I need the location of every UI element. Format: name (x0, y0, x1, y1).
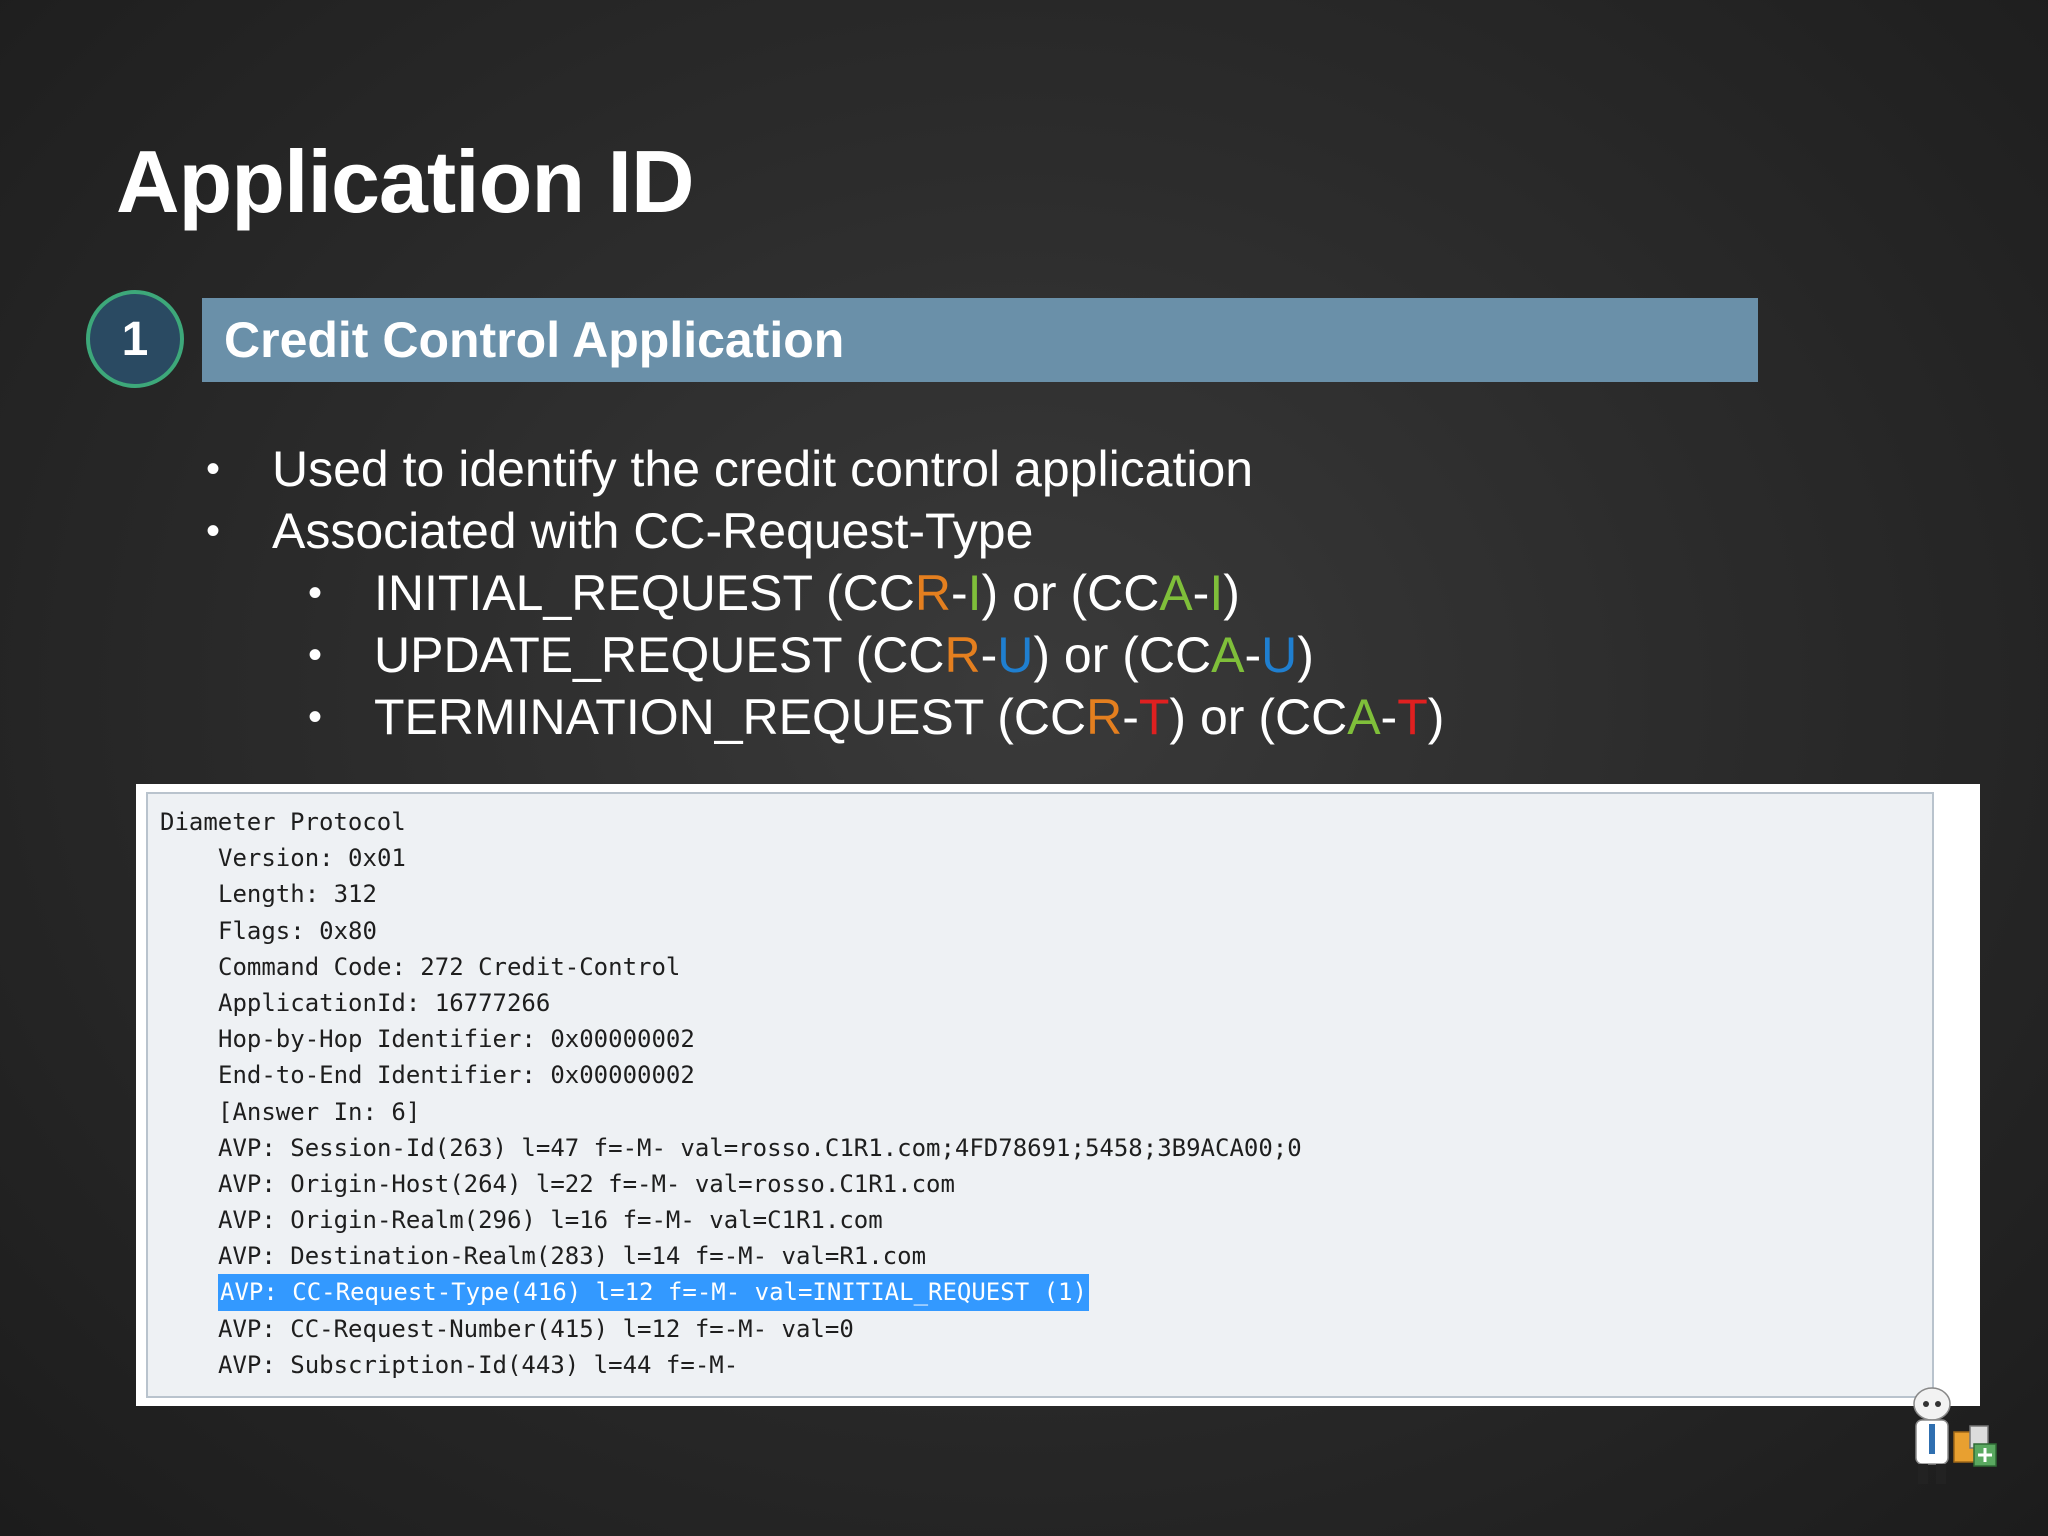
sub-bullet-termination: • TERMINATION_REQUEST (CCR-T) or (CCA-T) (0, 686, 2048, 748)
packet-field-text: Flags: 0x80 (218, 916, 377, 945)
packet-protocol-header[interactable]: Diameter Protocol (148, 804, 1932, 840)
packet-field-row[interactable]: Version: 0x01 (148, 840, 1932, 876)
packet-field-text: AVP: Destination-Realm(283) l=14 f=-M- v… (218, 1242, 927, 1271)
request-type-name: UPDATE_REQUEST (374, 627, 842, 683)
packet-field-row[interactable]: Command Code: 272 Credit-Control (148, 949, 1932, 985)
bullet-item: • Used to identify the credit control ap… (0, 438, 2048, 500)
bullet-text: Used to identify the credit control appl… (272, 441, 1254, 497)
bullet-dot-icon: • (308, 571, 323, 615)
packet-field-text: AVP: Origin-Realm(296) l=16 f=-M- val=C1… (218, 1206, 883, 1235)
connector: or (1063, 627, 1109, 683)
bullet-dot-icon: • (206, 447, 221, 491)
ccr-letter: T (1138, 689, 1170, 745)
request-type-name: TERMINATION_REQUEST (374, 689, 984, 745)
packet-field-text: AVP: CC-Request-Number(415) l=12 f=-M- v… (218, 1314, 854, 1343)
packet-field-row[interactable]: AVP: CC-Request-Number(415) l=12 f=-M- v… (148, 1311, 1932, 1347)
bullet-dot-icon: • (308, 695, 323, 739)
packet-field-text: Command Code: 272 Credit-Control (218, 952, 681, 981)
packet-detail-panel: Diameter Protocol Version: 0x01 Length: 31… (146, 792, 1934, 1398)
cca-prefix: CCA (1087, 565, 1193, 621)
packet-field-row[interactable]: ApplicationId: 16777266 (148, 985, 1932, 1021)
packet-capture-frame: Diameter Protocol Version: 0x01 Length: 31… (136, 784, 1980, 1406)
packet-field-text: AVP: Subscription-Id(443) l=44 f=-M- (218, 1350, 739, 1379)
cca-letter: U (1261, 627, 1298, 683)
bullet-text: Associated with CC-Request-Type (272, 503, 1034, 559)
packet-field-row[interactable]: AVP: Origin-Host(264) l=22 f=-M- val=ros… (148, 1166, 1932, 1202)
packet-field-row[interactable]: [Answer In: 6] (148, 1094, 1932, 1130)
packet-field-text: ApplicationId: 16777266 (218, 988, 551, 1017)
packet-field-text: Length: 312 (218, 880, 377, 909)
ccr-prefix: CCR (1013, 689, 1123, 745)
cca-letter: I (1209, 565, 1224, 621)
section-heading: Credit Control Application (224, 312, 845, 368)
cca-letter: T (1397, 689, 1428, 745)
packet-field-text: Version: 0x01 (218, 844, 406, 873)
section-number: 1 (121, 312, 149, 366)
packet-field-text: AVP: Origin-Host(264) l=22 f=-M- val=ros… (218, 1169, 955, 1198)
connector: or (1012, 565, 1057, 621)
packet-field-row[interactable]: AVP: CC-Request-Type(416) l=12 f=-M- val… (148, 1274, 1932, 1311)
packet-field-text: End-to-End Identifier: 0x00000002 (218, 1061, 695, 1090)
bullet-item: • Associated with CC-Request-Type (0, 500, 2048, 562)
packet-field-text: [Answer In: 6] (218, 1097, 421, 1126)
packet-field-text: Diameter Protocol (160, 808, 406, 836)
packet-field-row[interactable]: End-to-End Identifier: 0x00000002 (148, 1057, 1932, 1093)
mascot-icon (1913, 1387, 1997, 1484)
packet-field-row[interactable]: AVP: Session-Id(263) l=47 f=-M- val=ross… (148, 1130, 1932, 1166)
section-heading-bar: Credit Control Application (202, 298, 1758, 382)
sub-bullet-text: INITIAL_REQUEST (CCR-I) or (CCA-I) (374, 565, 1240, 621)
packet-field-text: Hop-by-Hop Identifier: 0x00000002 (218, 1025, 695, 1054)
packet-field-row[interactable]: AVP: Subscription-Id(443) l=44 f=-M- (148, 1347, 1932, 1383)
packet-field-row[interactable]: Length: 312 (148, 876, 1932, 912)
connector: or (1199, 689, 1245, 745)
bullet-list: • Used to identify the credit control ap… (0, 438, 2048, 748)
bullet-dot-icon: • (308, 633, 323, 677)
request-type-name: INITIAL_REQUEST (374, 565, 813, 621)
ccr-prefix: CCR (872, 627, 981, 683)
bullet-dot-icon: • (206, 509, 221, 553)
sub-bullet-initial: • INITIAL_REQUEST (CCR-I) or (CCA-I) (0, 562, 2048, 624)
packet-field-row[interactable]: AVP: Destination-Realm(283) l=14 f=-M- v… (148, 1238, 1932, 1274)
packet-field-row[interactable]: Hop-by-Hop Identifier: 0x00000002 (148, 1021, 1932, 1057)
sub-bullet-update: • UPDATE_REQUEST (CCR-U) or (CCA-U) (0, 624, 2048, 686)
ccr-letter: I (967, 565, 982, 621)
cca-prefix: CCA (1138, 627, 1245, 683)
ccr-prefix: CCR (842, 565, 951, 621)
packet-field-row[interactable]: AVP: Origin-Realm(296) l=16 f=-M- val=C1… (148, 1202, 1932, 1238)
section-number-badge: 1 (86, 290, 184, 388)
ccr-letter: U (997, 627, 1034, 683)
packet-field-text: AVP: Session-Id(263) l=47 f=-M- val=ross… (218, 1133, 1302, 1162)
sub-bullet-text: UPDATE_REQUEST (CCR-U) or (CCA-U) (374, 627, 1314, 683)
packet-field-row[interactable]: Flags: 0x80 (148, 913, 1932, 949)
cca-prefix: CCA (1274, 689, 1381, 745)
packet-field-text: AVP: CC-Request-Type(416) l=12 f=-M- val… (218, 1274, 1089, 1311)
sub-bullet-text: TERMINATION_REQUEST (CCR-T) or (CCA-T) (374, 689, 1445, 745)
slide-title: Application ID (116, 132, 695, 231)
